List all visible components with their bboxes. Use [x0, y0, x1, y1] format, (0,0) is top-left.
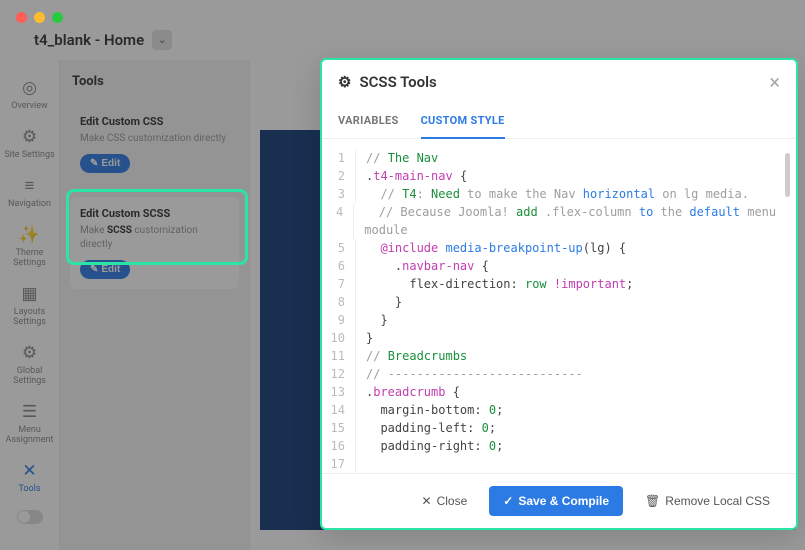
code-line[interactable]: 12 // --------------------------- — [322, 365, 792, 383]
line-number: 12 — [322, 365, 356, 383]
code-line[interactable]: 7 flex-direction: row !important; — [322, 275, 792, 293]
modal-tabs: VARIABLES CUSTOM STYLE — [322, 104, 796, 139]
line-number: 1 — [322, 149, 356, 167]
line-number: 8 — [322, 293, 356, 311]
line-number: 2 — [322, 167, 356, 185]
code-text: // The Nav — [366, 149, 438, 167]
line-number: 9 — [322, 311, 356, 329]
code-text: .breadcrumb { — [366, 383, 460, 401]
tab-custom-style[interactable]: CUSTOM STYLE — [421, 104, 505, 139]
code-line[interactable]: 1 // The Nav — [322, 149, 792, 167]
remove-local-css-button[interactable]: 🗑Remove Local CSS — [635, 488, 780, 514]
gear-icon: ⚙ — [338, 73, 351, 91]
code-text: // T4: Need to make the Nav horizontal o… — [366, 185, 749, 203]
code-line[interactable]: 4 // Because Joomla! add .flex-column to… — [322, 203, 792, 239]
trash-icon: 🗑 — [645, 494, 660, 508]
code-line[interactable]: 2 .t4-main-nav { — [322, 167, 792, 185]
code-text: padding-right: 0; — [366, 437, 503, 455]
close-button[interactable]: ✕Close — [412, 488, 478, 514]
minimize-dot[interactable] — [34, 12, 45, 23]
code-text: @include media-breakpoint-up(lg) { — [366, 239, 626, 257]
code-text: // Breadcrumbs — [366, 347, 467, 365]
code-line[interactable]: 3 // T4: Need to make the Nav horizontal… — [322, 185, 792, 203]
code-text: .t4-main-nav { — [366, 167, 467, 185]
line-number: 3 — [322, 185, 356, 203]
line-number: 10 — [322, 329, 356, 347]
code-line[interactable]: 9 } — [322, 311, 792, 329]
maximize-dot[interactable] — [52, 12, 63, 23]
check-icon: ✓ — [503, 494, 513, 508]
line-number: 7 — [322, 275, 356, 293]
line-number: 5 — [322, 239, 356, 257]
code-editor[interactable]: 1// The Nav2.t4-main-nav {3 // T4: Need … — [322, 139, 796, 473]
modal-footer: ✕Close ✓Save & Compile 🗑Remove Local CSS — [322, 473, 796, 528]
code-line[interactable]: 5 @include media-breakpoint-up(lg) { — [322, 239, 792, 257]
code-text — [366, 455, 373, 473]
code-text: margin-bottom: 0; — [366, 401, 503, 419]
save-compile-button[interactable]: ✓Save & Compile — [489, 486, 623, 516]
line-number: 17 — [322, 455, 356, 473]
tab-variables[interactable]: VARIABLES — [338, 104, 399, 138]
code-line[interactable]: 15 padding-left: 0; — [322, 419, 792, 437]
code-line[interactable]: 8 } — [322, 293, 792, 311]
code-text: // --------------------------- — [366, 365, 583, 383]
code-text: } — [366, 293, 402, 311]
line-number: 15 — [322, 419, 356, 437]
scrollbar[interactable] — [785, 153, 790, 459]
close-icon: ✕ — [422, 494, 432, 508]
code-line[interactable]: 14 margin-bottom: 0; — [322, 401, 792, 419]
code-line[interactable]: 16 padding-right: 0; — [322, 437, 792, 455]
line-number: 16 — [322, 437, 356, 455]
line-number: 13 — [322, 383, 356, 401]
window-controls[interactable] — [16, 12, 63, 23]
code-text: } — [366, 311, 388, 329]
line-number: 11 — [322, 347, 356, 365]
line-number: 14 — [322, 401, 356, 419]
modal-title: ⚙ SCSS Tools — [338, 73, 437, 91]
code-text: } — [366, 329, 373, 347]
modal-header: ⚙ SCSS Tools × — [322, 60, 796, 104]
code-line[interactable]: 6 .navbar-nav { — [322, 257, 792, 275]
line-number: 6 — [322, 257, 356, 275]
line-number: 4 — [322, 203, 354, 239]
code-line[interactable]: 11 // Breadcrumbs — [322, 347, 792, 365]
scss-tools-modal: ⚙ SCSS Tools × VARIABLES CUSTOM STYLE 1 /… — [320, 58, 798, 530]
close-dot[interactable] — [16, 12, 27, 23]
code-text: // Because Joomla! add .flex-column to t… — [364, 203, 792, 239]
close-icon[interactable]: × — [769, 72, 780, 92]
code-line[interactable]: 13 .breadcrumb { — [322, 383, 792, 401]
code-text: padding-left: 0; — [366, 419, 496, 437]
code-line[interactable]: 10} — [322, 329, 792, 347]
code-line[interactable]: 17 — [322, 455, 792, 473]
code-text: flex-direction: row !important; — [366, 275, 633, 293]
code-text: .navbar-nav { — [366, 257, 489, 275]
